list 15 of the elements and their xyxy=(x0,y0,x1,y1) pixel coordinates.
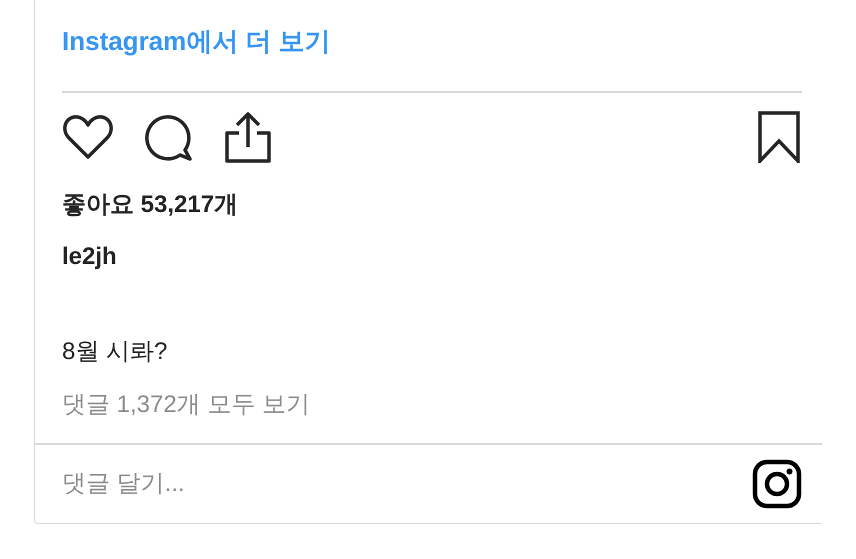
speech-bubble-icon xyxy=(144,112,194,162)
comment-field[interactable]: 댓글 달기... xyxy=(62,470,752,498)
view-more-link[interactable]: Instagram에서 더 보기 xyxy=(62,24,331,59)
like-button[interactable] xyxy=(62,113,114,161)
username[interactable]: le2jh xyxy=(62,243,117,271)
view-comments-link[interactable]: 댓글 1,372개 모두 보기 xyxy=(62,388,310,420)
save-button[interactable] xyxy=(758,111,800,163)
likes-count: 좋아요 53,217개 xyxy=(62,190,238,220)
caption: 8월 시롸? xyxy=(62,337,168,367)
comment-button[interactable] xyxy=(144,112,194,162)
bookmark-icon xyxy=(758,111,800,163)
share-icon xyxy=(224,111,272,163)
share-button[interactable] xyxy=(224,111,272,163)
heart-icon xyxy=(62,113,114,161)
camera-outline-icon xyxy=(752,459,802,509)
